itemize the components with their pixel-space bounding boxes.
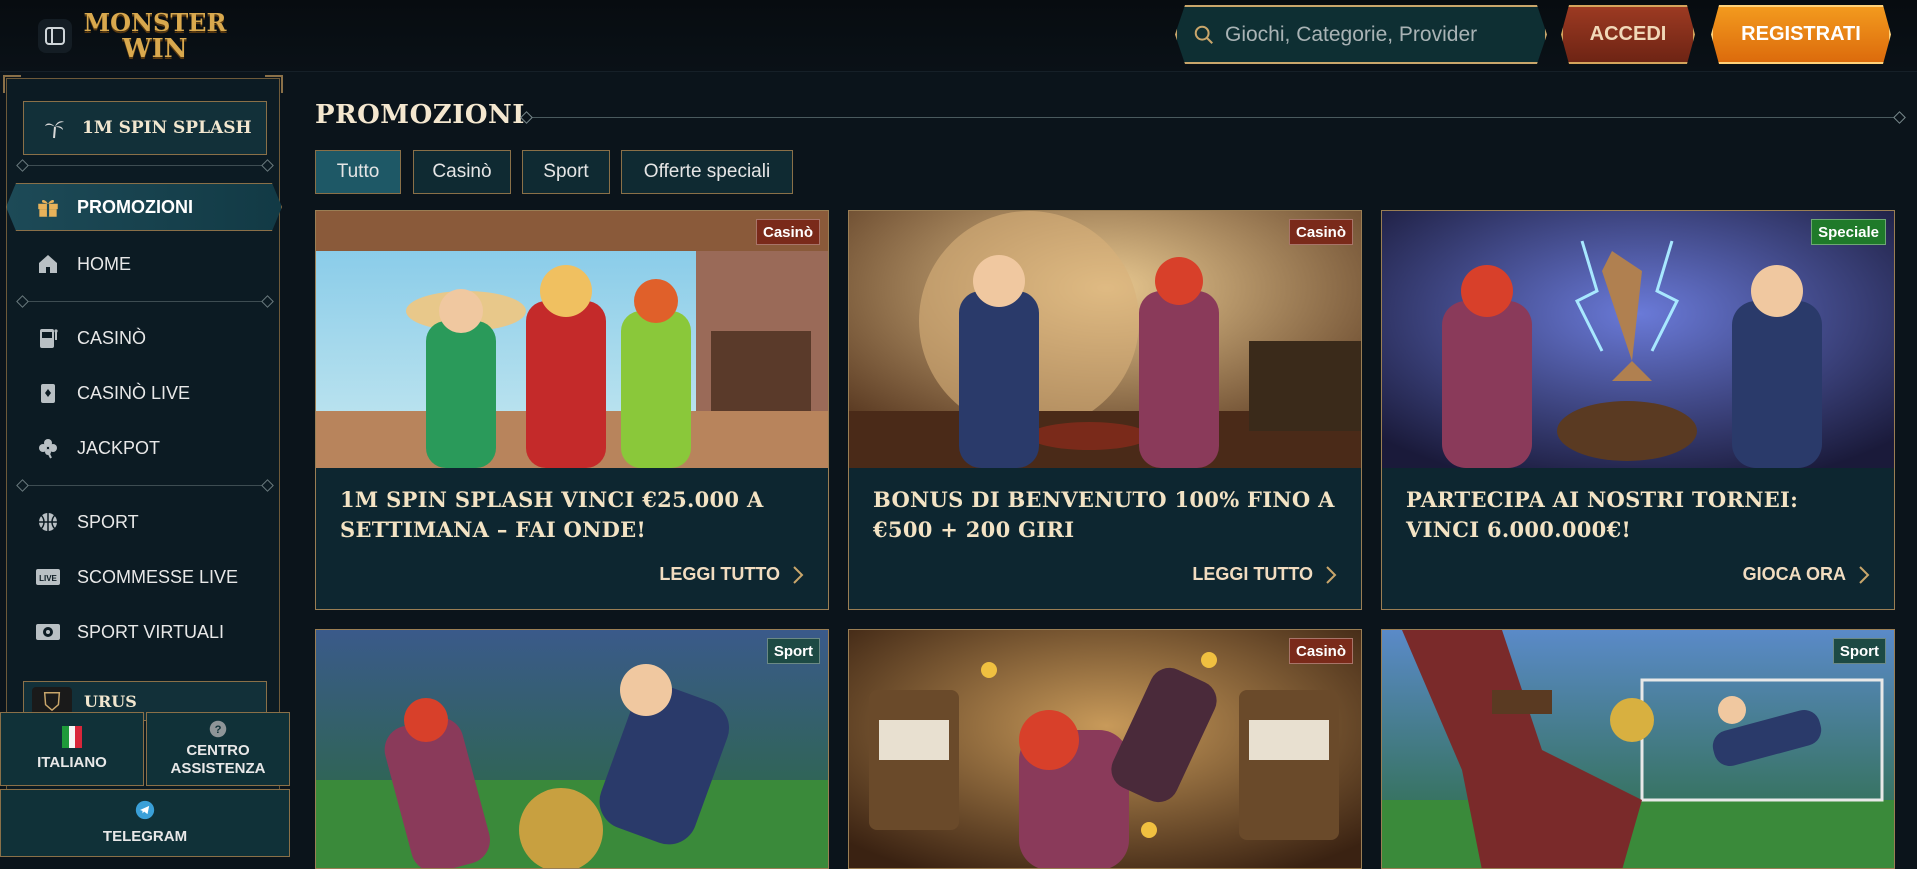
sidebar-item-label: HOME xyxy=(77,253,131,274)
promo-card-image xyxy=(1382,630,1894,868)
chevron-right-icon xyxy=(1326,565,1337,584)
language-label: ITALIANO xyxy=(37,754,107,771)
telegram-label: TELEGRAM xyxy=(102,828,188,845)
promo-card-image xyxy=(1382,211,1894,468)
virtual-sport-icon xyxy=(35,619,61,645)
promo-card-image xyxy=(316,211,828,468)
support-label-line2: ASSISTENZA xyxy=(170,760,266,777)
tab-sport[interactable]: Sport xyxy=(522,150,610,194)
cards-icon xyxy=(35,380,61,406)
support-label-line1: CENTRO xyxy=(186,742,250,759)
sidebar-item-label: SCOMMESSE LIVE xyxy=(77,566,239,587)
svg-text:?: ? xyxy=(215,724,222,736)
sidebar-divider xyxy=(21,165,269,166)
card-play-now-link[interactable]: GIOCA ORA xyxy=(1743,564,1870,585)
promo-card[interactable]: Sport xyxy=(1381,629,1895,869)
site-logo[interactable]: MONSTER WIN xyxy=(84,6,227,66)
lamborghini-logo-icon xyxy=(32,687,72,715)
sidebar-item-label: PROMOZIONI xyxy=(77,196,193,217)
support-button[interactable]: ? CENTRO ASSISTENZA xyxy=(146,712,290,786)
tab-offerte-speciali[interactable]: Offerte speciali xyxy=(621,150,793,194)
sidebar-item-scommesse-live[interactable]: LIVE SCOMMESSE LIVE xyxy=(35,557,238,597)
chevron-right-icon xyxy=(793,565,804,584)
logo-text-line2: WIN xyxy=(122,34,188,64)
sidebar-item-label: CASINÒ xyxy=(77,327,147,348)
card-category-badge: Casinò xyxy=(1288,219,1353,245)
promo-card-image xyxy=(849,630,1361,868)
card-category-badge: Casinò xyxy=(1288,638,1353,664)
promo-card-image xyxy=(316,630,828,868)
card-category-badge: Sport xyxy=(1832,638,1886,664)
slot-machine-icon xyxy=(35,325,61,351)
card-cta-label: LEGGI TUTTO xyxy=(1192,564,1313,584)
tab-casino[interactable]: Casinò xyxy=(413,150,511,194)
sidebar-divider xyxy=(21,485,269,486)
sidebar-item-label: SPORT VIRTUALI xyxy=(77,621,225,642)
sidebar-toggle-icon xyxy=(45,27,65,45)
login-button[interactable]: ACCEDI xyxy=(1561,5,1695,64)
palm-tree-icon xyxy=(45,121,64,139)
sidebar-corner-ornament xyxy=(3,75,21,93)
promo-card[interactable]: Speciale PARTECIPA AI NOSTRI TORNEI: VIN… xyxy=(1381,210,1895,610)
help-icon: ? xyxy=(209,720,227,738)
urus-label: URUS xyxy=(84,691,137,711)
search-input[interactable] xyxy=(1225,23,1525,47)
card-title: 1M SPIN SPLASH VINCI €25.000 A SETTIMANA… xyxy=(340,487,764,542)
sidebar-promo-banner[interactable]: 1M SPIN SPLASH xyxy=(23,101,267,155)
card-cta-label: GIOCA ORA xyxy=(1742,564,1846,584)
card-title: BONUS DI BENVENUTO 100% FINO A €500 + 20… xyxy=(873,487,1335,542)
card-category-badge: Casinò xyxy=(755,219,820,245)
clover-icon xyxy=(35,435,61,461)
search-box[interactable] xyxy=(1175,5,1547,64)
promo-card[interactable]: Sport xyxy=(315,629,829,869)
sidebar-item-label: CASINÒ LIVE xyxy=(77,382,191,403)
promo-card-image xyxy=(849,211,1361,468)
promo-card[interactable]: Casinò xyxy=(848,629,1362,869)
title-divider xyxy=(525,117,1901,118)
sidebar-item-home[interactable]: HOME xyxy=(35,244,131,284)
language-button[interactable]: ITALIANO xyxy=(0,712,144,786)
sidebar-item-label: JACKPOT xyxy=(77,437,161,458)
promo-card[interactable]: Casinò BONUS DI BENVENUTO 100% FINO A €5… xyxy=(848,210,1362,610)
telegram-icon xyxy=(135,800,155,820)
sidebar-item-label: SPORT xyxy=(77,511,139,532)
sidebar-item-promozioni[interactable]: PROMOZIONI xyxy=(6,183,282,231)
card-category-badge: Sport xyxy=(766,638,820,664)
sidebar-toggle-button[interactable] xyxy=(38,19,72,53)
chevron-right-icon xyxy=(1859,565,1870,584)
search-icon xyxy=(1193,24,1215,46)
tab-tutto[interactable]: Tutto xyxy=(315,150,401,194)
sidebar-promo-label: 1M SPIN SPLASH xyxy=(82,118,252,138)
sidebar-corner-ornament xyxy=(265,75,283,93)
page-title: PROMOZIONI xyxy=(315,100,525,130)
sidebar-item-casino-live[interactable]: CASINÒ LIVE xyxy=(35,373,190,413)
main-content: PROMOZIONI Tutto Casinò Sport Offerte sp… xyxy=(315,72,1905,869)
gift-icon xyxy=(35,194,61,220)
home-icon xyxy=(35,251,61,277)
card-read-more-link[interactable]: LEGGI TUTTO xyxy=(1192,564,1337,585)
sidebar-item-jackpot[interactable]: JACKPOT xyxy=(35,428,160,468)
sidebar-item-sport[interactable]: SPORT xyxy=(35,502,139,542)
card-read-more-link[interactable]: LEGGI TUTTO xyxy=(659,564,804,585)
card-cta-label: LEGGI TUTTO xyxy=(659,564,780,584)
svg-text:LIVE: LIVE xyxy=(39,574,57,583)
card-category-badge: Speciale xyxy=(1811,219,1886,245)
promo-card[interactable]: Casinò 1M SPIN SPLASH VINCI €25.000 A SE… xyxy=(315,210,829,610)
logo-text-line1: MONSTER xyxy=(83,8,227,37)
sidebar-divider xyxy=(21,301,269,302)
register-button[interactable]: REGISTRATI xyxy=(1711,5,1891,64)
top-bar: MONSTER WIN ACCEDI REGISTRATI xyxy=(0,0,1917,72)
live-icon: LIVE xyxy=(35,564,61,590)
card-title: PARTECIPA AI NOSTRI TORNEI: VINCI 6.000.… xyxy=(1406,487,1799,542)
italy-flag-icon xyxy=(62,726,82,748)
sidebar-item-sport-virtuali[interactable]: SPORT VIRTUALI xyxy=(35,612,224,652)
telegram-button[interactable]: TELEGRAM xyxy=(0,789,290,857)
basketball-icon xyxy=(35,509,61,535)
sidebar-item-casino[interactable]: CASINÒ xyxy=(35,318,146,358)
